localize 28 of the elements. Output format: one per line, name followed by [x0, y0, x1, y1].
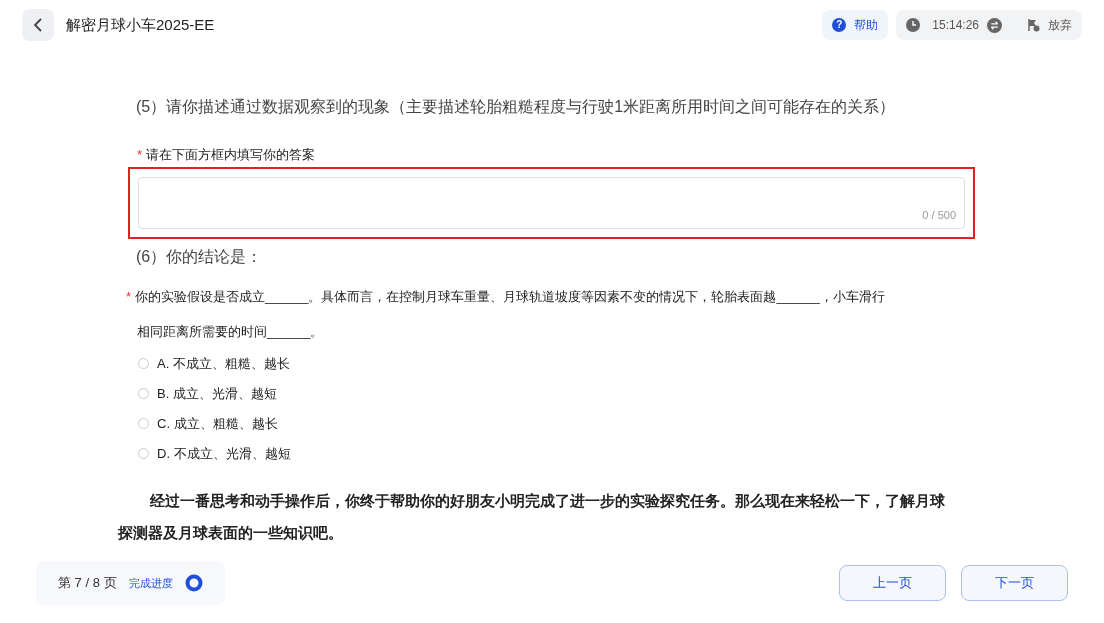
prev-page-button[interactable]: 上一页: [839, 565, 946, 601]
prompt-text: 你的实验假设是否成立______。具体而言，在控制月球车重量、月球轨道坡度等因素不变的情况下，轮胎表面越______，小车滑行: [135, 287, 885, 306]
question-text: (5）请你描述通过数据观察到的现象（主要描述轮胎粗糙程度与行驶1米距离所用时间之间可能存在的关系）: [136, 97, 897, 117]
page-indicator: 第 7 / 8 页: [58, 574, 117, 593]
clock-icon: [906, 18, 921, 32]
swap-icon[interactable]: [987, 17, 1002, 33]
back-icon: [33, 18, 43, 32]
back-button[interactable]: [22, 9, 54, 41]
radio-option[interactable]: D. 不成立、光滑、越短: [138, 444, 976, 463]
char-counter: 0 / 500: [922, 208, 956, 223]
radio-option[interactable]: C. 成立、粗糙、越长: [138, 414, 976, 433]
help-button[interactable]: ? 帮助: [822, 10, 889, 40]
quit-button[interactable]: 放弃: [1026, 16, 1072, 34]
time-text: 15:14:26: [932, 17, 979, 34]
answer-label: 请在下面方框内填写你的答案: [146, 146, 316, 164]
radio-option[interactable]: B. 成立、光滑、越短: [138, 384, 976, 403]
flag-icon: [1026, 18, 1040, 32]
radio-option[interactable]: A. 不成立、粗糙、越长: [138, 354, 976, 373]
help-icon: ?: [832, 18, 847, 32]
question-text: (6）你的结论是：: [136, 246, 264, 267]
progress-ring-icon: [184, 574, 203, 592]
paragraph-text: 经过一番思考和动手操作后，你终于帮助你的好朋友小明完成了进一步的实验探究任务。那么现在来轻松一下，了解月球探测器及月球表面的一些知识吧。: [118, 490, 946, 543]
prompt-text: 相同距离所需要的时间______。: [137, 323, 325, 341]
page-title: 解密月球小车2025-EE: [66, 14, 215, 35]
required-mark: *: [126, 287, 132, 306]
progress-label: 完成进度: [128, 575, 173, 591]
next-page-button[interactable]: 下一页: [961, 565, 1068, 601]
required-mark: *: [137, 146, 143, 164]
